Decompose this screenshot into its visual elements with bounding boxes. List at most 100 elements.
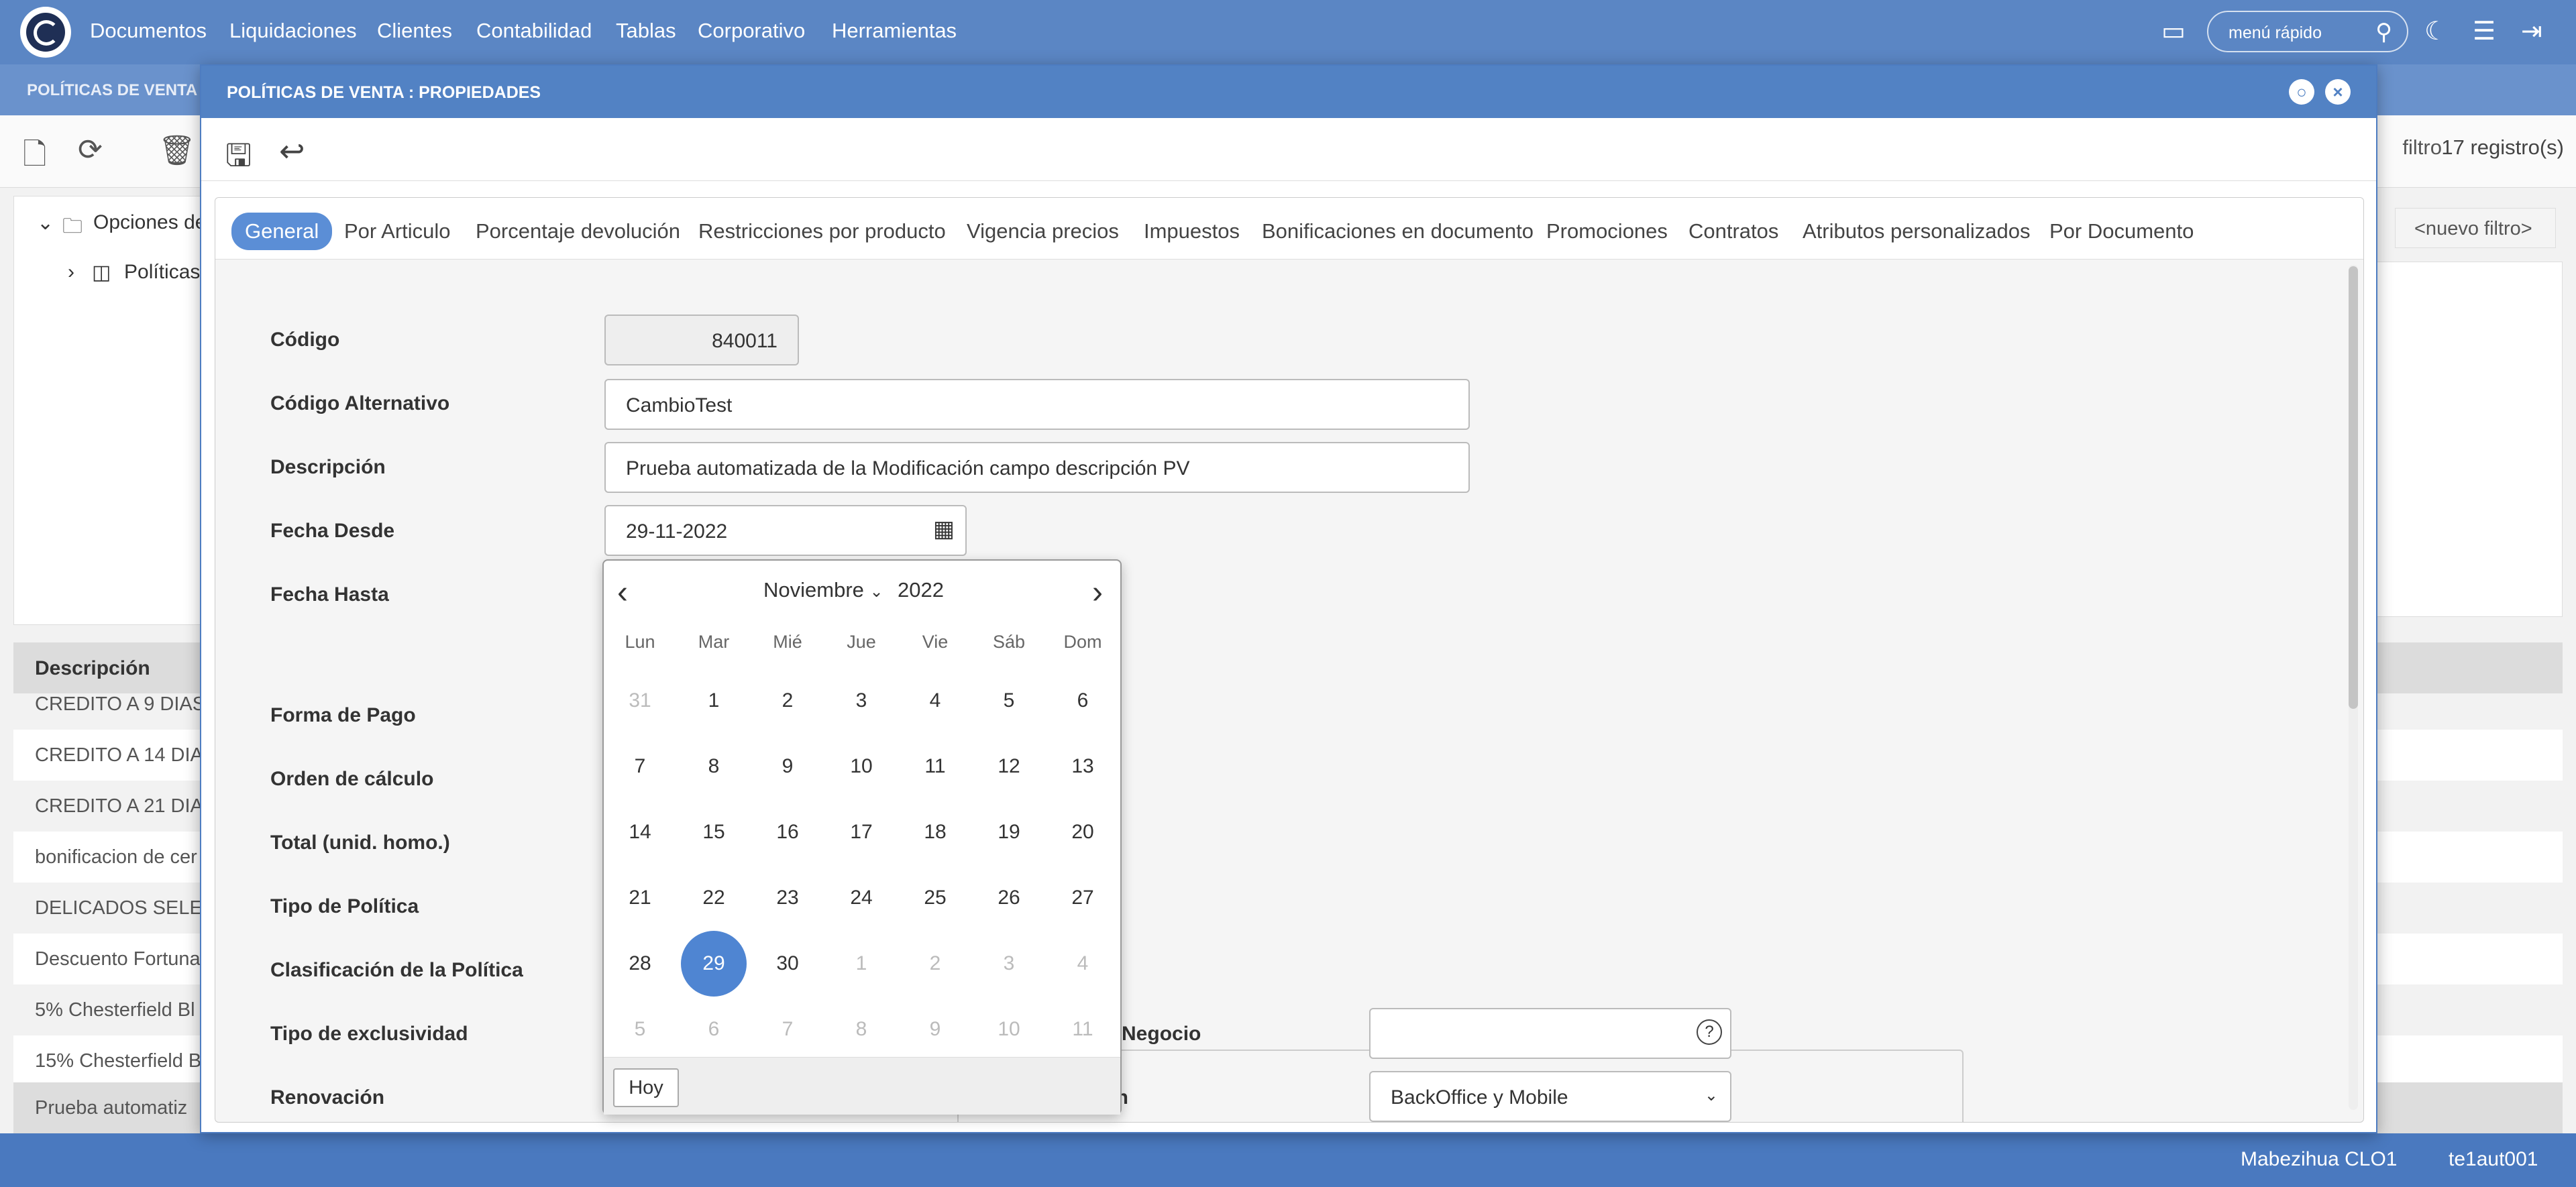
calendar-day[interactable]: 10 — [828, 734, 894, 799]
quick-menu-search[interactable]: menú rápido ⚲ — [2207, 11, 2408, 52]
tree-node-politicas[interactable]: Políticas — [124, 261, 200, 284]
calendar-day[interactable]: 2 — [755, 668, 820, 734]
calendar-icon[interactable]: ▦ — [933, 516, 955, 543]
calendar-day[interactable]: 7 — [607, 734, 673, 799]
menu-corporativo[interactable]: Corporativo — [698, 19, 805, 43]
calendar-day[interactable]: 30 — [755, 931, 820, 997]
calendar-day[interactable]: 13 — [1050, 734, 1116, 799]
calendar-day-outside[interactable]: 5 — [607, 997, 673, 1062]
menu-liquidaciones[interactable]: Liquidaciones — [229, 19, 357, 43]
chevron-down-icon: ⌄ — [869, 583, 883, 601]
tab-por-articulo[interactable]: Por Articulo — [331, 213, 464, 250]
modal-restore-icon[interactable]: ○ — [2289, 79, 2314, 105]
month-select[interactable]: Noviembre ⌄ — [763, 578, 883, 602]
binoculars-icon[interactable]: ⚲ — [2375, 19, 2392, 46]
calendar-day[interactable]: 19 — [976, 799, 1042, 865]
calendar-day-outside[interactable]: 10 — [976, 997, 1042, 1062]
calendar-day[interactable]: 26 — [976, 865, 1042, 931]
codigo-alternativo-field[interactable]: CambioTest — [604, 379, 1470, 430]
fecha-desde-label: Fecha Desde — [270, 520, 395, 542]
tab-restricciones[interactable]: Restricciones por producto — [685, 213, 959, 250]
today-button[interactable]: Hoy — [613, 1068, 679, 1107]
calendar-day[interactable]: 22 — [681, 865, 747, 931]
calendar-day-outside[interactable]: 9 — [902, 997, 968, 1062]
menu-contabilidad[interactable]: Contabilidad — [476, 19, 592, 43]
calendar-day[interactable]: 11 — [902, 734, 968, 799]
app-logo[interactable] — [20, 7, 71, 58]
calendar-day-selected[interactable]: 29 — [681, 931, 747, 997]
calendar-day-outside[interactable]: 11 — [1050, 997, 1116, 1062]
calendar-day[interactable]: 14 — [607, 799, 673, 865]
menu-herramientas[interactable]: Herramientas — [832, 19, 957, 43]
tab-vigencia-precios[interactable]: Vigencia precios — [953, 213, 1132, 250]
calendar-day-outside[interactable]: 2 — [902, 931, 968, 997]
calendar-day[interactable]: 28 — [607, 931, 673, 997]
calendar-day-outside[interactable]: 6 — [681, 997, 747, 1062]
calendar-day[interactable]: 15 — [681, 799, 747, 865]
tab-general[interactable]: General — [231, 213, 333, 250]
calendar-day[interactable]: 12 — [976, 734, 1042, 799]
calendar-day[interactable]: 4 — [902, 668, 968, 734]
calendar-day-outside[interactable]: 3 — [976, 931, 1042, 997]
next-month-icon[interactable]: › — [1092, 574, 1103, 611]
tab-promociones[interactable]: Promociones — [1533, 213, 1681, 250]
calendar-day[interactable]: 27 — [1050, 865, 1116, 931]
moon-icon[interactable]: ☾ — [2424, 16, 2447, 46]
new-filter-button[interactable]: <nuevo filtro> — [2395, 208, 2556, 248]
calendar-day-outside[interactable]: 31 — [607, 668, 673, 734]
tab-porcentaje-devolucion[interactable]: Porcentaje devolución — [462, 213, 694, 250]
calendar-day-outside[interactable]: 1 — [828, 931, 894, 997]
menu-tablas[interactable]: Tablas — [616, 19, 676, 43]
tree-node-opciones[interactable]: Opciones de — [93, 211, 206, 234]
tab-impuestos[interactable]: Impuestos — [1130, 213, 1253, 250]
calendar-day[interactable]: 5 — [976, 668, 1042, 734]
calendar-day[interactable]: 3 — [828, 668, 894, 734]
calendar-day[interactable]: 8 — [681, 734, 747, 799]
calendar-day[interactable]: 21 — [607, 865, 673, 931]
calendar-day-outside[interactable]: 4 — [1050, 931, 1116, 997]
descripcion-field[interactable]: Prueba automatizada de la Modificación c… — [604, 442, 1470, 493]
undo-icon[interactable]: ↩ — [279, 133, 305, 169]
renovacion-label: Renovación — [270, 1086, 385, 1109]
calendar-day[interactable]: 24 — [828, 865, 894, 931]
new-document-icon[interactable]: 🗋 — [23, 133, 46, 183]
menu-clientes[interactable]: Clientes — [377, 19, 452, 43]
codigo-field[interactable]: 840011 — [604, 315, 799, 365]
tab-contratos[interactable]: Contratos — [1675, 213, 1792, 250]
calendar-day[interactable]: 16 — [755, 799, 820, 865]
tab-atributos[interactable]: Atributos personalizados — [1789, 213, 2043, 250]
origen-select[interactable]: BackOffice y Mobile ⌄ — [1369, 1071, 1731, 1122]
calendar-day[interactable]: 20 — [1050, 799, 1116, 865]
fecha-desde-field[interactable]: 29-11-2022 ▦ — [604, 505, 967, 556]
form-scrollbar[interactable] — [2349, 265, 2358, 1110]
tree-chevron-down-icon[interactable]: ⌄ — [37, 211, 54, 235]
weekday-3: Jue — [847, 632, 876, 652]
scrollbar-thumb[interactable] — [2349, 266, 2358, 709]
records-count: 17 registro(s) — [2441, 135, 2564, 159]
calendar-day[interactable]: 23 — [755, 865, 820, 931]
year-select[interactable]: 2022 — [898, 578, 944, 602]
calendar-day-outside[interactable]: 7 — [755, 997, 820, 1062]
modal-close-icon[interactable]: × — [2325, 79, 2351, 105]
calendar-day[interactable]: 25 — [902, 865, 968, 931]
tree-chevron-right-icon[interactable]: › — [68, 261, 74, 284]
logout-icon[interactable]: ⇥ — [2521, 16, 2542, 46]
help-icon[interactable]: ? — [1697, 1019, 1722, 1045]
weekday-0: Lun — [625, 632, 655, 652]
trash-icon[interactable]: 🗑 — [158, 133, 196, 168]
calendar-day-outside[interactable]: 8 — [828, 997, 894, 1062]
calendar-day[interactable]: 1 — [681, 668, 747, 734]
calendar-day[interactable]: 6 — [1050, 668, 1116, 734]
negocio-field[interactable]: ? — [1369, 1008, 1731, 1059]
menu-documentos[interactable]: Documentos — [90, 19, 207, 43]
save-icon[interactable]: 🖫 — [225, 133, 252, 185]
window-icon[interactable]: ▭ — [2161, 16, 2186, 46]
tab-por-documento[interactable]: Por Documento — [2036, 213, 2207, 250]
tab-bonificaciones[interactable]: Bonificaciones en documento — [1248, 213, 1547, 250]
refresh-icon[interactable]: ⟳ — [78, 133, 103, 167]
calendar-day[interactable]: 9 — [755, 734, 820, 799]
calendar-day[interactable]: 17 — [828, 799, 894, 865]
calendar-day[interactable]: 18 — [902, 799, 968, 865]
hamburger-menu-icon[interactable]: ☰ — [2473, 16, 2496, 46]
prev-month-icon[interactable]: ‹ — [617, 574, 628, 611]
